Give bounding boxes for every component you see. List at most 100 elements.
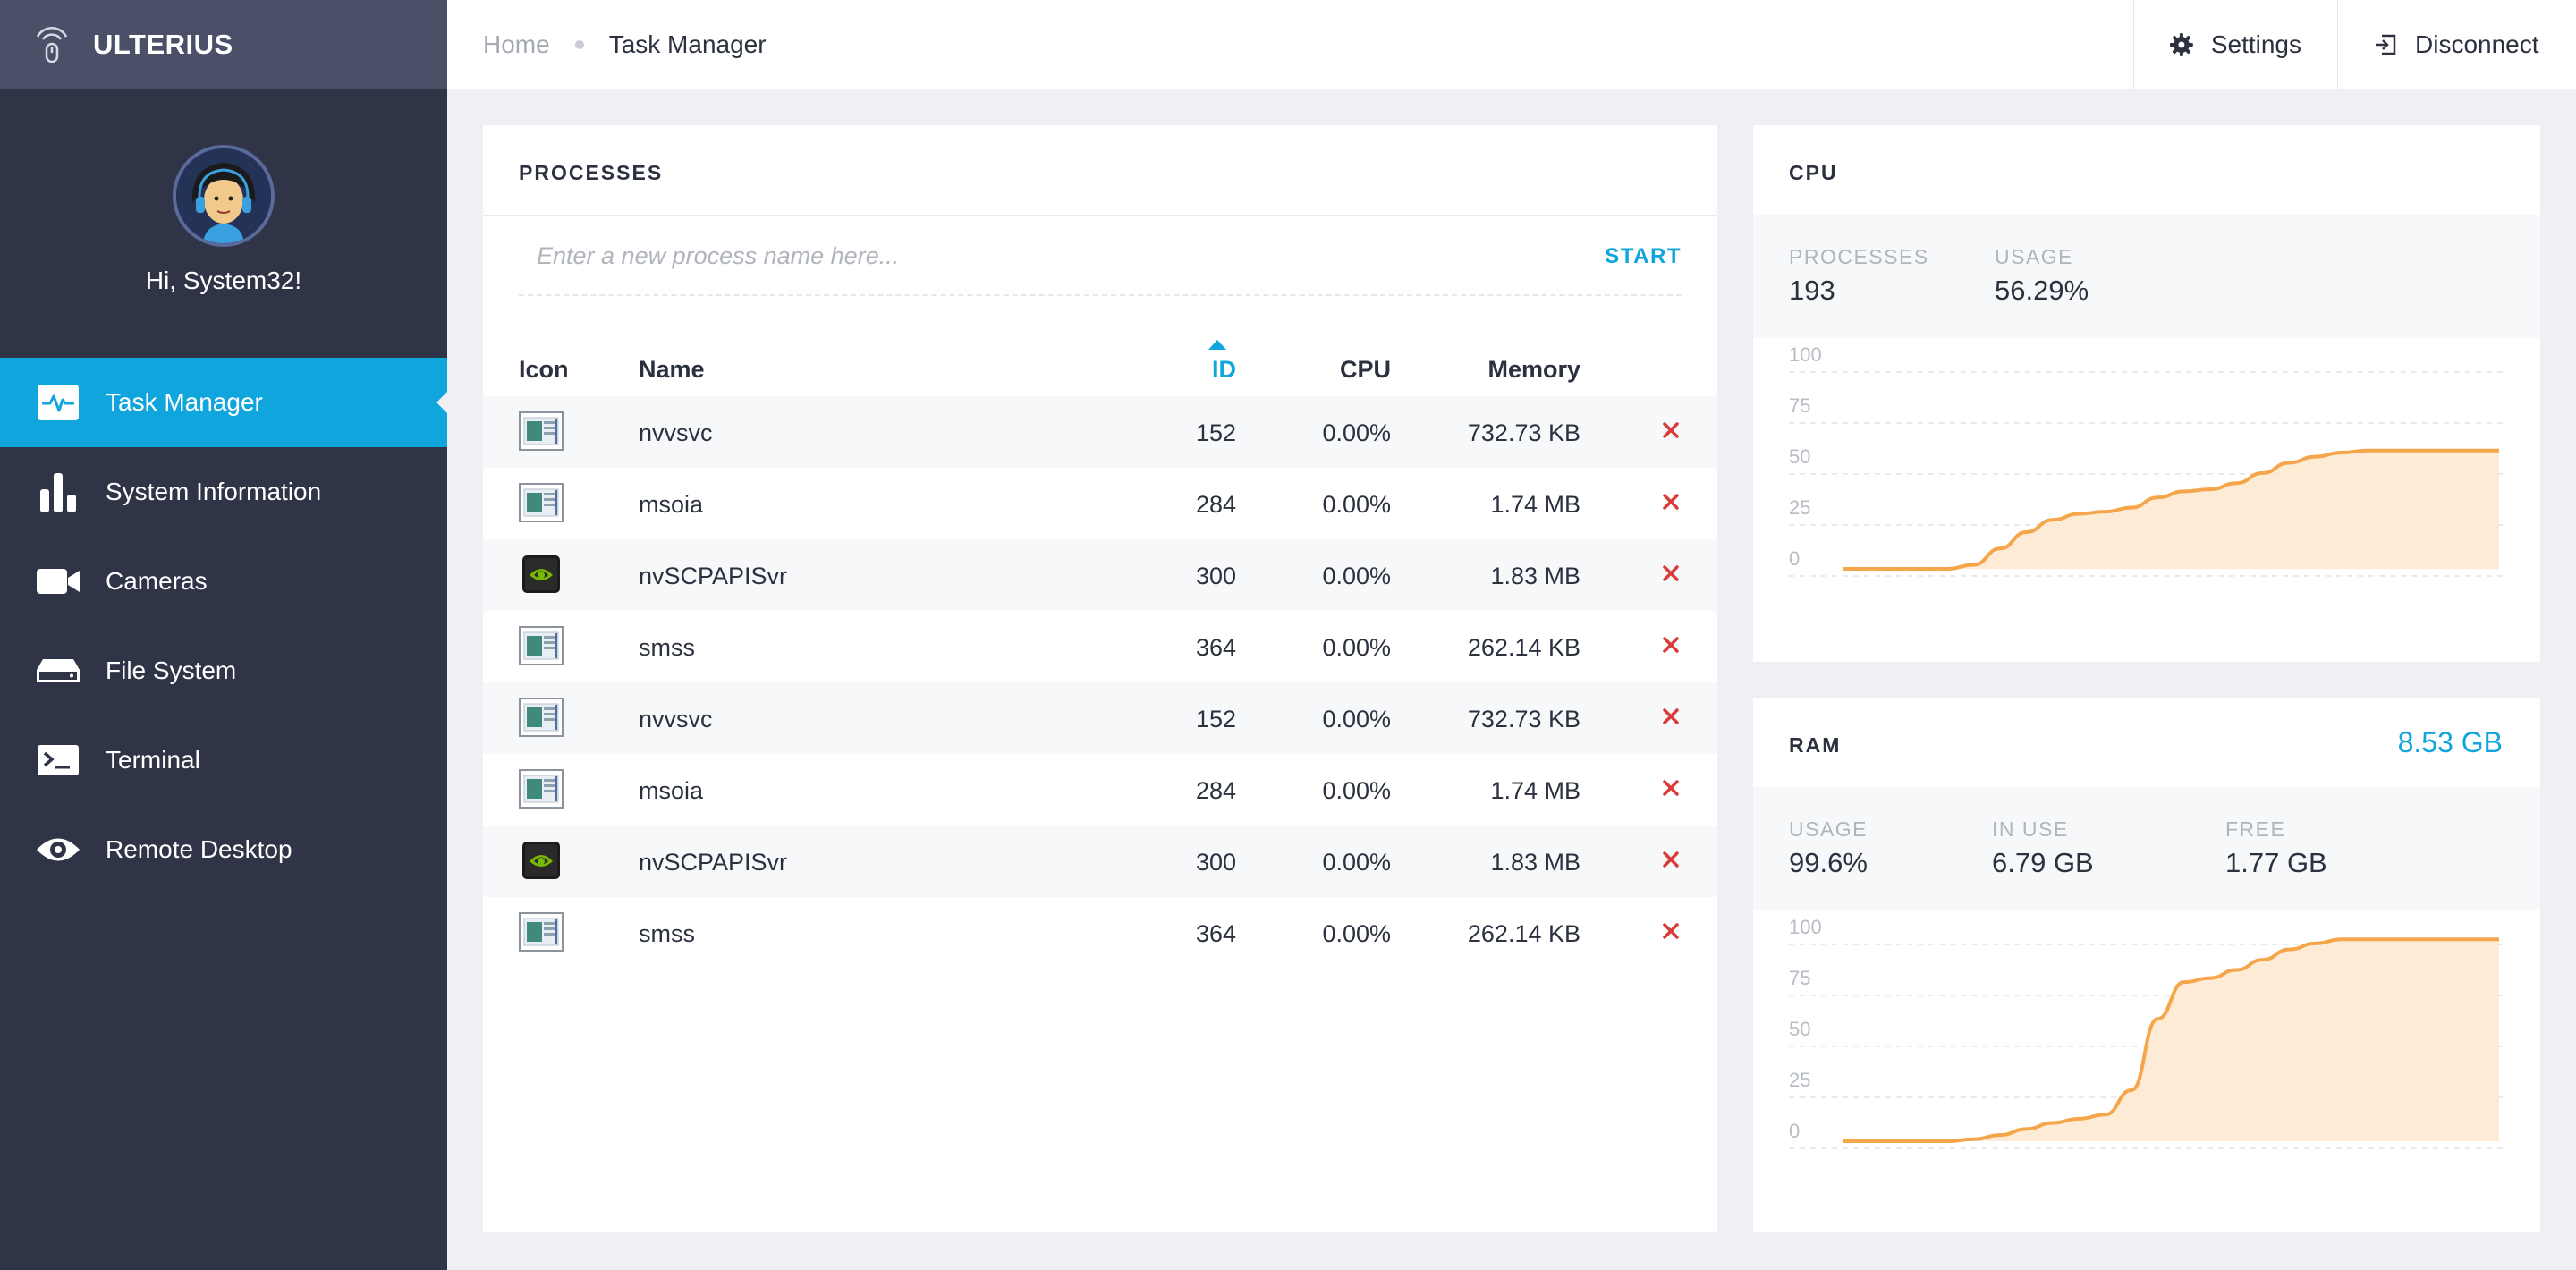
process-name: nvSCPAPISvr — [639, 849, 788, 876]
process-name: smss — [639, 634, 695, 661]
breadcrumb-separator — [574, 40, 584, 49]
process-cpu: 0.00% — [1322, 706, 1391, 732]
brand-bar: ULTERIUS — [0, 0, 447, 89]
ram-total: 8.53 GB — [2397, 726, 2503, 758]
close-icon — [1663, 708, 1679, 724]
process-name: nvSCPAPISvr — [639, 563, 788, 589]
window-app-icon — [519, 768, 564, 809]
y-tick-label: 50 — [1789, 1018, 1810, 1040]
column-memory[interactable]: Memory — [1487, 356, 1580, 384]
processes-panel: PROCESSES START Icon Name ID CPU Memory … — [483, 125, 1717, 1232]
kill-process-button[interactable] — [1657, 774, 1685, 802]
disconnect-label: Disconnect — [2415, 30, 2539, 58]
eye-icon — [36, 827, 80, 872]
ram-free-label: FREE — [2225, 817, 2286, 841]
close-icon — [1663, 923, 1679, 939]
process-name: msoia — [639, 777, 704, 804]
sidebar-item-system-information[interactable]: System Information — [0, 447, 447, 537]
kill-process-button[interactable] — [1657, 416, 1685, 444]
cpu-processes-value: 193 — [1789, 275, 1835, 306]
table-row[interactable]: nvvsvc 152 0.00% 732.73 KB — [483, 682, 1717, 754]
sidebar-item-label: System Information — [106, 478, 322, 505]
process-name: nvvsvc — [639, 419, 713, 446]
settings-button[interactable]: Settings — [2133, 0, 2337, 89]
table-row[interactable]: smss 364 0.00% 262.14 KB — [483, 611, 1717, 682]
cpu-usage-label: USAGE — [1995, 245, 2074, 268]
new-process-form: START — [519, 216, 1682, 296]
process-cpu: 0.00% — [1322, 920, 1391, 947]
y-tick-label: 100 — [1789, 916, 1822, 938]
kill-process-button[interactable] — [1657, 559, 1685, 588]
ram-inuse-value: 6.79 GB — [1992, 847, 2094, 878]
sidebar-item-task-manager[interactable]: Task Manager — [0, 358, 447, 447]
sidebar-item-terminal[interactable]: Terminal — [0, 715, 447, 805]
table-row[interactable]: nvvsvc 152 0.00% 732.73 KB — [483, 396, 1717, 468]
cpu-usage-stat: USAGE 56.29% — [1995, 245, 2089, 307]
gear-icon — [2170, 33, 2193, 56]
ram-usage-label: USAGE — [1789, 817, 1868, 841]
processes-title: PROCESSES — [519, 161, 664, 184]
process-name: nvvsvc — [639, 706, 713, 732]
series-area — [1843, 450, 2499, 569]
y-tick-label: 100 — [1789, 343, 1822, 366]
process-name: smss — [639, 920, 695, 947]
column-name[interactable]: Name — [639, 356, 705, 384]
ram-free-stat: FREE 1.77 GB — [2225, 817, 2327, 879]
avatar[interactable] — [173, 145, 275, 247]
sidebar-nav: Task Manager System Information Cameras … — [0, 358, 447, 894]
close-icon — [1663, 851, 1679, 868]
start-button[interactable]: START — [1605, 244, 1682, 269]
ulterius-logo-icon — [36, 27, 68, 64]
kill-process-button[interactable] — [1657, 487, 1685, 516]
close-icon — [1663, 637, 1679, 653]
new-process-input[interactable] — [537, 235, 1521, 276]
process-cpu: 0.00% — [1322, 491, 1391, 518]
window-app-icon — [519, 482, 564, 523]
column-id[interactable]: ID — [1212, 356, 1236, 384]
sidebar-item-remote-desktop[interactable]: Remote Desktop — [0, 805, 447, 894]
table-row[interactable]: msoia 284 0.00% 1.74 MB — [483, 468, 1717, 539]
process-cpu: 0.00% — [1322, 849, 1391, 876]
process-id: 364 — [1195, 920, 1236, 947]
kill-process-button[interactable] — [1657, 702, 1685, 731]
column-cpu[interactable]: CPU — [1340, 356, 1391, 384]
user-greeting: Hi, System32! — [145, 267, 302, 294]
y-tick-label: 75 — [1789, 394, 1810, 417]
kill-process-button[interactable] — [1657, 845, 1685, 874]
breadcrumb-home[interactable]: Home — [483, 30, 550, 59]
y-tick-label: 50 — [1789, 445, 1810, 468]
ram-usage-chart: 100 75 50 25 0 — [1789, 916, 2504, 1149]
ram-inuse-label: IN USE — [1992, 817, 2069, 841]
sidebar-item-label: Remote Desktop — [106, 835, 292, 863]
process-id: 364 — [1195, 634, 1236, 661]
kill-process-button[interactable] — [1657, 631, 1685, 659]
nvidia-icon — [519, 554, 564, 595]
breadcrumb-current: Task Manager — [608, 30, 767, 58]
ram-panel: RAM 8.53 GB USAGE 99.6% IN USE 6.79 GB F… — [1753, 698, 2540, 1232]
y-tick-label: 75 — [1789, 967, 1810, 989]
sidebar-item-cameras[interactable]: Cameras — [0, 537, 447, 626]
table-row[interactable]: nvSCPAPISvr 300 0.00% 1.83 MB — [483, 539, 1717, 611]
table-row[interactable]: nvSCPAPISvr 300 0.00% 1.83 MB — [483, 826, 1717, 897]
window-app-icon — [519, 697, 564, 738]
process-id: 284 — [1195, 491, 1236, 518]
sidebar: ULTERIUS Hi, System32! Task Manager Syst… — [0, 0, 447, 1270]
process-memory: 1.83 MB — [1490, 563, 1580, 589]
kill-process-button[interactable] — [1657, 917, 1685, 945]
close-icon — [1663, 494, 1679, 510]
sort-ascending-icon — [1208, 340, 1226, 350]
cpu-title: CPU — [1789, 161, 1838, 184]
disconnect-button[interactable]: Disconnect — [2337, 0, 2576, 89]
sidebar-item-file-system[interactable]: File System — [0, 626, 447, 715]
table-row[interactable]: smss 364 0.00% 262.14 KB — [483, 897, 1717, 969]
settings-label: Settings — [2210, 30, 2301, 58]
profile: Hi, System32! — [0, 89, 447, 358]
y-tick-label: 0 — [1789, 1120, 1800, 1142]
close-icon — [1663, 422, 1679, 438]
ram-title: RAM — [1789, 733, 1842, 757]
nvidia-icon — [519, 840, 564, 881]
table-row[interactable]: msoia 284 0.00% 1.74 MB — [483, 754, 1717, 826]
sidebar-item-label: Cameras — [106, 567, 208, 595]
window-app-icon — [519, 911, 564, 952]
process-id: 152 — [1195, 706, 1236, 732]
